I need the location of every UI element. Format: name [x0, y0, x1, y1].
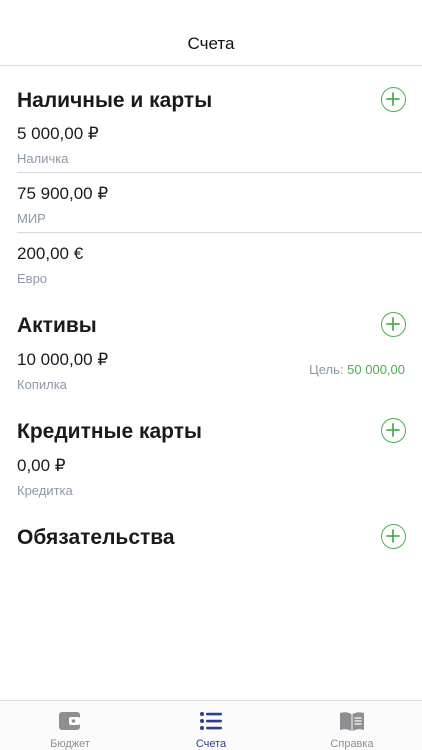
tab-bar: Бюджет Счета Справка — [0, 700, 422, 750]
section-title: Наличные и карты — [17, 89, 213, 112]
tab-label: Бюджет — [50, 738, 90, 750]
tab-label: Счета — [195, 738, 227, 750]
tab-help[interactable]: Справка — [282, 701, 422, 750]
goal-value: 50 000,00 — [347, 362, 405, 377]
account-balance: 75 900,00 ₽ — [17, 184, 109, 203]
section-title: Кредитные карты — [17, 420, 202, 443]
plus-icon — [386, 317, 400, 331]
account-name: МИР — [17, 211, 46, 226]
book-icon — [340, 712, 364, 731]
account-name: Наличка — [17, 151, 69, 166]
plus-icon — [386, 529, 400, 543]
section-header-liabilities: Обязательства — [17, 524, 406, 554]
section-header-cash: Наличные и карты — [17, 87, 406, 117]
account-name: Евро — [17, 271, 48, 286]
divider — [17, 232, 422, 233]
section-title: Обязательства — [17, 526, 175, 549]
add-liability-button[interactable] — [381, 524, 406, 549]
account-row[interactable]: 5 000,00 ₽ Наличка — [0, 124, 422, 182]
account-name: Копилка — [17, 377, 67, 392]
list-icon — [200, 712, 222, 730]
account-row[interactable]: 0,00 ₽ Кредитка — [0, 456, 422, 514]
section-header-assets: Активы — [17, 312, 406, 342]
tab-budget[interactable]: Бюджет — [0, 701, 140, 750]
plus-icon — [386, 423, 400, 437]
account-balance: 5 000,00 ₽ — [17, 124, 99, 143]
account-row[interactable]: 200,00 € Евро — [0, 244, 422, 302]
section-header-credit-cards: Кредитные карты — [17, 418, 406, 448]
add-asset-button[interactable] — [381, 312, 406, 337]
divider — [17, 172, 422, 173]
savings-goal: Цель: 50 000,00 — [309, 362, 405, 377]
goal-label: Цель: — [309, 362, 344, 377]
plus-icon — [386, 92, 400, 106]
navigation-bar: Счета — [0, 0, 422, 66]
account-balance: 0,00 ₽ — [17, 456, 66, 475]
account-row[interactable]: 75 900,00 ₽ МИР — [0, 184, 422, 242]
section-title: Активы — [17, 314, 97, 337]
page-title: Счета — [187, 34, 235, 53]
account-balance: 200,00 € — [17, 244, 84, 263]
add-credit-card-button[interactable] — [381, 418, 406, 443]
tab-accounts[interactable]: Счета — [141, 701, 281, 750]
wallet-icon — [59, 712, 80, 730]
tab-label: Справка — [330, 738, 374, 750]
account-row[interactable]: 10 000,00 ₽ Копилка Цель: 50 000,00 — [0, 350, 422, 408]
account-balance: 10 000,00 ₽ — [17, 350, 109, 369]
add-account-button[interactable] — [381, 87, 406, 112]
account-name: Кредитка — [17, 483, 73, 498]
